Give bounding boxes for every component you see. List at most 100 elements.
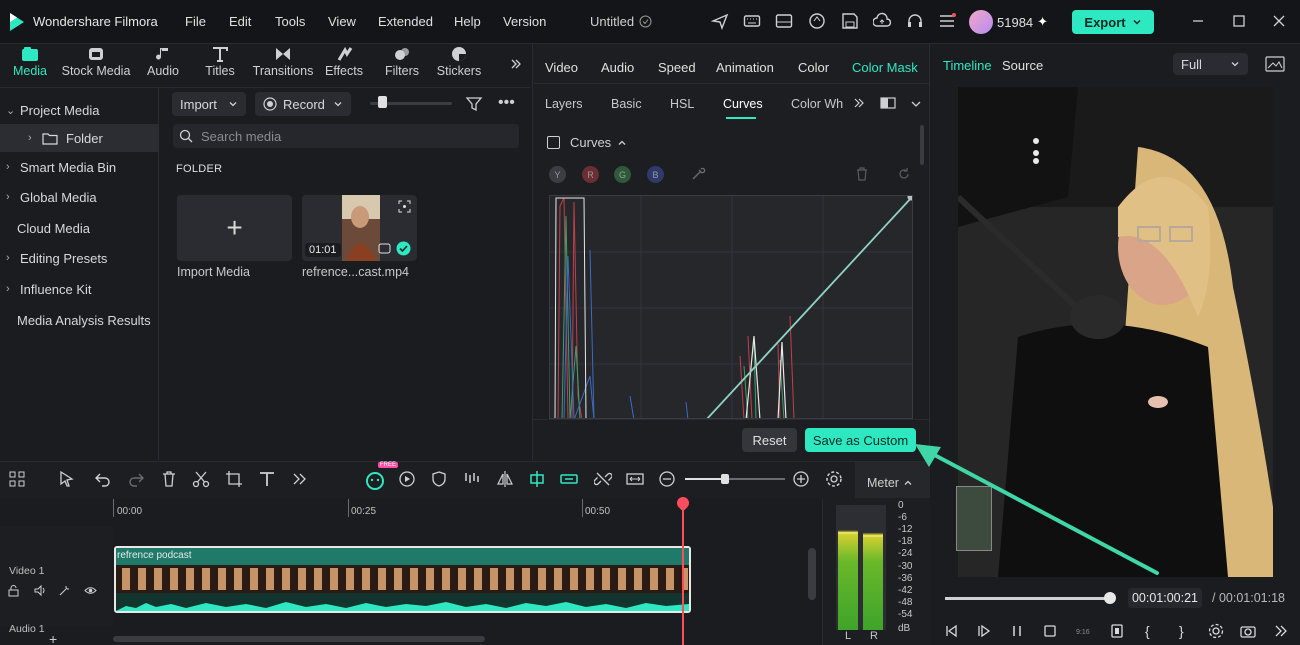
menu-file[interactable]: File — [185, 14, 206, 29]
undo-icon[interactable] — [94, 470, 112, 488]
curves-section-header[interactable]: Curves — [547, 135, 627, 150]
more-tools-chevron-icon[interactable] — [291, 470, 309, 488]
record-dropdown[interactable]: Record — [255, 92, 351, 116]
more-options-icon[interactable]: ••• — [498, 94, 515, 112]
mark-clip-icon[interactable] — [1109, 623, 1125, 639]
tab-color[interactable]: Color — [798, 60, 829, 75]
split-scissors-icon[interactable] — [192, 470, 210, 488]
subtab-layers[interactable]: Layers — [545, 97, 583, 111]
timeline-settings-icon[interactable] — [825, 470, 843, 488]
audio-beat-icon[interactable] — [463, 470, 481, 488]
channel-b-button[interactable]: B — [647, 166, 664, 183]
tab-media[interactable]: Media — [10, 46, 50, 78]
hamburger-menu-icon[interactable] — [938, 12, 956, 30]
timeline-horizontal-scrollbar[interactable] — [113, 636, 485, 642]
timeline-vertical-scrollbar[interactable] — [808, 548, 816, 600]
tab-animation[interactable]: Animation — [716, 60, 774, 75]
more-controls-chevron-icon[interactable] — [1273, 623, 1289, 639]
tab-transitions[interactable]: Transitions — [251, 46, 315, 78]
fit-timeline-icon[interactable] — [626, 470, 644, 488]
crop-icon[interactable] — [225, 470, 243, 488]
close-icon[interactable] — [1270, 12, 1288, 30]
tab-stickers[interactable]: Stickers — [436, 46, 482, 78]
ai-face-icon[interactable] — [365, 470, 385, 490]
mark-out-icon[interactable]: } — [1175, 623, 1191, 639]
play-icon[interactable] — [977, 623, 993, 639]
search-input[interactable]: Search media — [173, 124, 519, 148]
unlink-icon[interactable] — [594, 470, 612, 488]
aspect-ratio-icon[interactable]: 9:16 — [1075, 623, 1093, 639]
panel-scrollbar[interactable] — [920, 125, 924, 165]
fullscreen-icon[interactable] — [398, 200, 411, 213]
minimize-icon[interactable] — [1189, 12, 1207, 30]
headset-icon[interactable] — [808, 12, 826, 30]
credits-display[interactable]: 51984 ✦ — [997, 14, 1048, 30]
channel-r-button[interactable]: R — [582, 166, 599, 183]
menu-edit[interactable]: Edit — [229, 14, 251, 29]
import-media-tile[interactable]: + — [177, 195, 292, 261]
support-icon[interactable] — [906, 12, 924, 30]
import-dropdown[interactable]: Import — [172, 92, 246, 116]
reset-button[interactable]: Reset — [742, 428, 797, 452]
link-track-icon[interactable] — [560, 470, 578, 488]
tab-color-mask[interactable]: Color Mask — [852, 60, 918, 75]
camera-icon[interactable] — [1240, 623, 1256, 639]
tab-speed[interactable]: Speed — [658, 60, 696, 75]
tab-audio[interactable]: Audio — [143, 46, 183, 78]
menu-help[interactable]: Help — [454, 14, 481, 29]
delete-icon[interactable] — [160, 470, 178, 488]
zoom-out-icon[interactable] — [658, 470, 676, 488]
tab-effects[interactable]: Effects — [324, 46, 364, 78]
zoom-slider-knob[interactable] — [721, 474, 729, 484]
menu-version[interactable]: Version — [503, 14, 546, 29]
select-tool-icon[interactable] — [58, 470, 76, 488]
speed-ramp-icon[interactable] — [398, 470, 416, 488]
tab-timeline-preview[interactable]: Timeline — [943, 58, 992, 73]
layout-grid-icon[interactable] — [8, 470, 26, 488]
export-button[interactable]: Export — [1072, 10, 1154, 34]
playhead-line[interactable] — [682, 499, 684, 645]
save-icon[interactable] — [841, 12, 859, 30]
sidebar-item-editing-presets[interactable]: › Editing Presets — [0, 244, 159, 272]
sidebar-item-project-media[interactable]: ⌄ Project Media — [0, 96, 159, 124]
tab-audio-props[interactable]: Audio — [601, 60, 634, 75]
magic-wand-icon[interactable] — [58, 584, 71, 597]
tab-titles[interactable]: Titles — [200, 46, 240, 78]
mask-shield-icon[interactable] — [430, 470, 448, 488]
subtab-basic[interactable]: Basic — [611, 97, 642, 111]
tab-stock-media[interactable]: Stock Media — [61, 46, 131, 78]
subtab-color-wheel[interactable]: Color Wh — [791, 97, 843, 111]
reset-curve-icon[interactable] — [896, 166, 912, 182]
add-track-icon[interactable]: + — [49, 631, 57, 645]
sidebar-item-smart-media-bin[interactable]: › Smart Media Bin — [0, 153, 159, 181]
timeline-video-clip[interactable] — [114, 546, 691, 613]
thumbnail-size-slider-knob[interactable] — [378, 96, 387, 108]
lock-icon[interactable] — [7, 584, 20, 597]
cloud-upload-icon[interactable] — [873, 12, 891, 30]
more-subtabs-chevron-icon[interactable] — [853, 97, 865, 109]
subtab-curves[interactable]: Curves — [723, 97, 763, 111]
channel-g-button[interactable]: G — [614, 166, 631, 183]
previous-frame-icon[interactable] — [944, 623, 960, 639]
playback-progress-knob[interactable] — [1104, 592, 1116, 604]
tab-filters[interactable]: Filters — [383, 46, 421, 78]
curves-graph[interactable] — [549, 195, 913, 419]
zoom-in-icon[interactable] — [792, 470, 810, 488]
maximize-icon[interactable] — [1230, 12, 1248, 30]
user-avatar[interactable] — [969, 10, 993, 34]
chevron-down-icon[interactable] — [910, 98, 922, 110]
curves-enable-checkbox[interactable] — [547, 136, 560, 149]
more-tabs-chevron-icon[interactable] — [509, 57, 523, 71]
tab-source-preview[interactable]: Source — [1002, 58, 1043, 73]
send-icon[interactable] — [711, 12, 729, 30]
menu-view[interactable]: View — [328, 14, 356, 29]
current-timecode[interactable]: 00:01:00:21 — [1128, 588, 1202, 608]
eye-icon[interactable] — [84, 584, 97, 597]
save-as-custom-button[interactable]: Save as Custom — [805, 428, 916, 452]
subtab-hsl[interactable]: HSL — [670, 97, 694, 111]
keyboard-icon[interactable] — [743, 12, 761, 30]
compare-view-icon[interactable] — [880, 96, 896, 110]
sidebar-item-cloud-media[interactable]: Cloud Media — [0, 214, 159, 242]
stop-icon[interactable] — [1042, 623, 1058, 639]
channel-y-button[interactable]: Y — [549, 166, 566, 183]
